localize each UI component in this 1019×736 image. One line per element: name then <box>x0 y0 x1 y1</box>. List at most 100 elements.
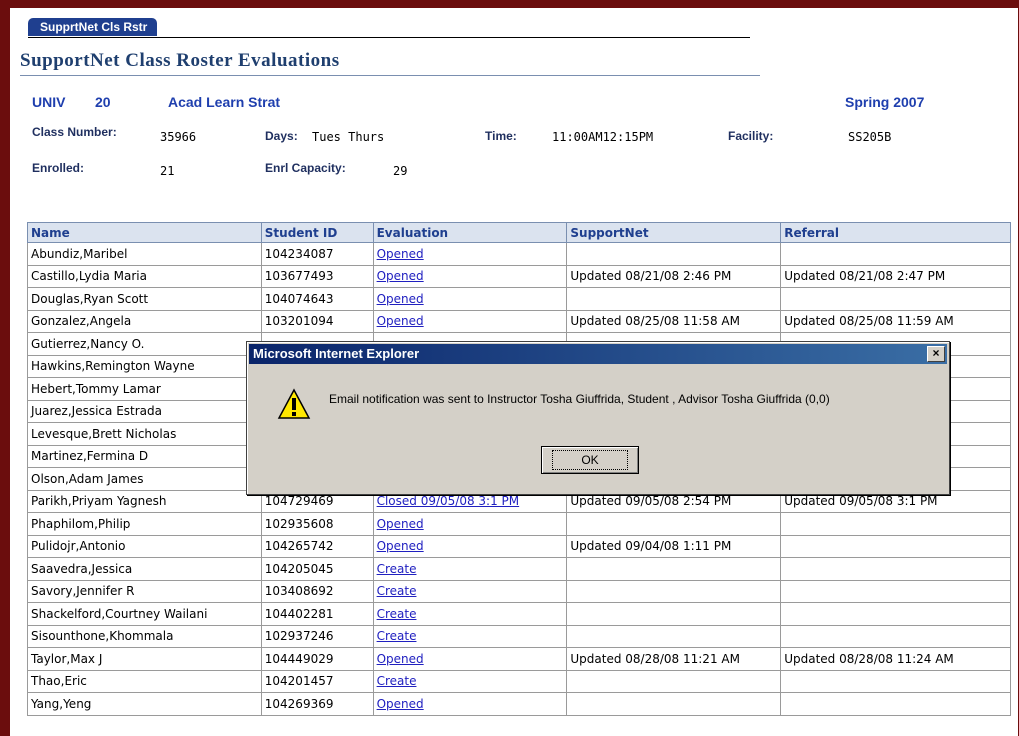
supportnet-status <box>566 512 782 536</box>
student-name: Saavedra,Jessica <box>27 557 262 581</box>
class-number-value: 35966 <box>160 130 197 144</box>
student-id: 103677493 <box>260 264 374 288</box>
student-name: Thao,Eric <box>27 669 262 693</box>
student-name: Shackelford,Courtney Wailani <box>27 602 262 626</box>
student-name: Castillo,Lydia Maria <box>27 264 262 288</box>
referral-status: Updated 08/25/08 11:59 AM <box>780 309 1011 333</box>
evaluation-cell: Opened <box>372 512 568 536</box>
student-name: Martinez,Fermina D <box>27 444 262 468</box>
supportnet-status <box>566 287 782 311</box>
col-header-referral[interactable]: Referral <box>780 222 1011 243</box>
evaluation-link[interactable]: Closed 09/05/08 3:1 PM <box>377 494 520 508</box>
student-name: Olson,Adam James <box>27 467 262 491</box>
referral-status <box>780 557 1011 581</box>
student-name: Savory,Jennifer R <box>27 579 262 603</box>
referral-status <box>780 534 1011 558</box>
title-divider <box>20 75 760 76</box>
capacity-value: 29 <box>393 164 408 178</box>
student-id: 104402281 <box>260 602 374 626</box>
student-name: Hebert,Tommy Lamar <box>27 377 262 401</box>
table-row: Gonzalez,Angela 103201094 Opened Updated 08… <box>27 309 1011 333</box>
referral-status <box>780 692 1011 716</box>
dialog-titlebar[interactable]: Microsoft Internet Explorer <box>249 344 947 364</box>
student-id: 103201094 <box>260 309 374 333</box>
table-row: Abundiz,Maribel 104234087 Opened <box>27 242 1011 266</box>
table-row: Thao,Eric 104201457 Create <box>27 669 1011 693</box>
referral-status <box>780 669 1011 693</box>
col-header-supportnet[interactable]: SupportNet <box>566 222 782 243</box>
table-row: Taylor,Max J 104449029 Opened Updated 08/28… <box>27 647 1011 671</box>
dialog-message: Email notification was sent to Instructo… <box>329 392 830 406</box>
col-header-name[interactable]: Name <box>27 222 262 243</box>
evaluation-cell: Opened <box>372 534 568 558</box>
page-content: SupprtNet Cls Rstr SupportNet Class Rost… <box>10 8 1018 736</box>
supportnet-status: Updated 08/28/08 11:21 AM <box>566 647 782 671</box>
enrolled-label: Enrolled: <box>32 161 85 175</box>
evaluation-link[interactable]: Opened <box>377 539 424 553</box>
close-icon[interactable]: × <box>927 346 945 362</box>
student-id: 102935608 <box>260 512 374 536</box>
student-id: 103408692 <box>260 579 374 603</box>
supportnet-status <box>566 692 782 716</box>
student-name: Douglas,Ryan Scott <box>27 287 262 311</box>
student-id: 102937246 <box>260 624 374 648</box>
evaluation-cell: Create <box>372 579 568 603</box>
evaluation-link[interactable]: Create <box>377 607 417 621</box>
table-row: Shackelford,Courtney Wailani 104402281 Cre… <box>27 602 1011 626</box>
evaluation-link[interactable]: Opened <box>377 269 424 283</box>
evaluation-link[interactable]: Create <box>377 584 417 598</box>
supportnet-status: Updated 09/04/08 1:11 PM <box>566 534 782 558</box>
table-row: Sisounthone,Khommala 102937246 Create <box>27 624 1011 648</box>
days-value: Tues Thurs <box>312 130 385 144</box>
student-name: Yang,Yeng <box>27 692 262 716</box>
student-name: Pulidojr,Antonio <box>27 534 262 558</box>
evaluation-link[interactable]: Create <box>377 562 417 576</box>
supportnet-status <box>566 579 782 603</box>
supportnet-status: Updated 08/21/08 2:46 PM <box>566 264 782 288</box>
alert-dialog: Microsoft Internet Explorer × Email noti… <box>246 341 950 495</box>
ok-button-label: OK <box>552 450 628 470</box>
referral-status <box>780 512 1011 536</box>
enrolled-value: 21 <box>160 164 175 178</box>
evaluation-cell: Create <box>372 557 568 581</box>
referral-status <box>780 579 1011 603</box>
evaluation-cell: Opened <box>372 309 568 333</box>
student-name: Gonzalez,Angela <box>27 309 262 333</box>
page-title: SupportNet Class Roster Evaluations <box>20 50 340 71</box>
evaluation-cell: Create <box>372 602 568 626</box>
class-number-label: Class Number: <box>32 125 117 139</box>
tab-supportnet-roster[interactable]: SupprtNet Cls Rstr <box>28 18 158 36</box>
col-header-student-id[interactable]: Student ID <box>260 222 374 243</box>
referral-status <box>780 287 1011 311</box>
evaluation-link[interactable]: Opened <box>377 292 424 306</box>
evaluation-link[interactable]: Opened <box>377 652 424 666</box>
student-id: 104201457 <box>260 669 374 693</box>
student-name: Taylor,Max J <box>27 647 262 671</box>
evaluation-link[interactable]: Create <box>377 674 417 688</box>
capacity-label: Enrl Capacity: <box>265 161 346 175</box>
student-name: Hawkins,Remington Wayne <box>27 354 262 378</box>
course-name: Acad Learn Strat <box>168 94 281 110</box>
student-id: 104074643 <box>260 287 374 311</box>
evaluation-link[interactable]: Opened <box>377 314 424 328</box>
supportnet-status <box>566 624 782 648</box>
student-name: Phaphilom,Philip <box>27 512 262 536</box>
student-id: 104269369 <box>260 692 374 716</box>
student-id: 104449029 <box>260 647 374 671</box>
evaluation-cell: Opened <box>372 647 568 671</box>
col-header-evaluation[interactable]: Evaluation <box>372 222 568 243</box>
evaluation-link[interactable]: Opened <box>377 517 424 531</box>
evaluation-link[interactable]: Create <box>377 629 417 643</box>
evaluation-cell: Opened <box>372 264 568 288</box>
facility-value: SS205B <box>848 130 892 144</box>
term: Spring 2007 <box>845 94 925 110</box>
evaluation-link[interactable]: Opened <box>377 247 424 261</box>
time-label: Time: <box>485 129 517 143</box>
table-row: Phaphilom,Philip 102935608 Opened <box>27 512 1011 536</box>
evaluation-cell: Opened <box>372 692 568 716</box>
table-header-row: Name Student ID Evaluation SupportNet Re… <box>27 222 1011 243</box>
warning-icon <box>277 388 311 422</box>
course-subject: UNIV <box>32 94 66 110</box>
evaluation-link[interactable]: Opened <box>377 697 424 711</box>
ok-button[interactable]: OK <box>541 446 639 474</box>
